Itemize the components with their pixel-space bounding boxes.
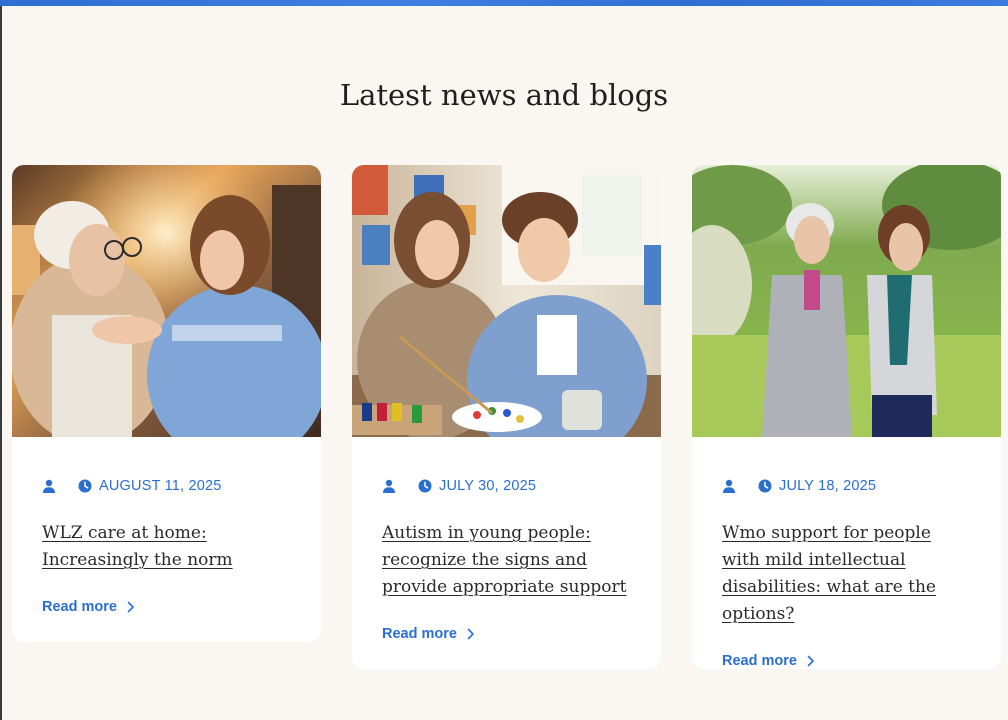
read-more-link[interactable]: Read more <box>382 626 475 642</box>
read-more-link[interactable]: Read more <box>722 653 815 669</box>
user-icon[interactable] <box>722 479 736 493</box>
clock-icon <box>758 479 772 493</box>
post-title-link[interactable]: Autism in young people: recognize the si… <box>382 520 631 601</box>
post-meta: AUGUST 11, 2025 <box>42 478 291 494</box>
section-title: Latest news and blogs <box>339 78 669 112</box>
news-card: JULY 18, 2025 Wmo support for people wit… <box>692 165 1001 669</box>
clock-icon <box>78 479 92 493</box>
chevron-right-icon <box>467 628 474 640</box>
user-icon[interactable] <box>382 479 396 493</box>
card-image-autism[interactable] <box>352 165 661 437</box>
post-meta: JULY 18, 2025 <box>722 478 971 494</box>
card-image-elderly-care[interactable] <box>12 165 321 437</box>
header-strip <box>0 0 1008 6</box>
news-card: AUGUST 11, 2025 WLZ care at home: Increa… <box>12 165 321 642</box>
card-image-wmo-support[interactable] <box>692 165 1001 437</box>
post-date: AUGUST 11, 2025 <box>99 478 222 494</box>
news-card: JULY 30, 2025 Autism in young people: re… <box>352 165 661 669</box>
post-date: JULY 30, 2025 <box>439 478 537 494</box>
post-title-link[interactable]: WLZ care at home: Increasingly the norm <box>42 520 291 574</box>
read-more-link[interactable]: Read more <box>42 599 135 615</box>
post-meta: JULY 30, 2025 <box>382 478 631 494</box>
read-more-label: Read more <box>722 653 797 669</box>
clock-icon <box>418 479 432 493</box>
user-icon[interactable] <box>42 479 56 493</box>
post-title-link[interactable]: Wmo support for people with mild intelle… <box>722 520 971 628</box>
read-more-label: Read more <box>42 599 117 615</box>
chevron-right-icon <box>807 655 814 667</box>
chevron-right-icon <box>127 601 134 613</box>
post-date: JULY 18, 2025 <box>779 478 877 494</box>
read-more-label: Read more <box>382 626 457 642</box>
